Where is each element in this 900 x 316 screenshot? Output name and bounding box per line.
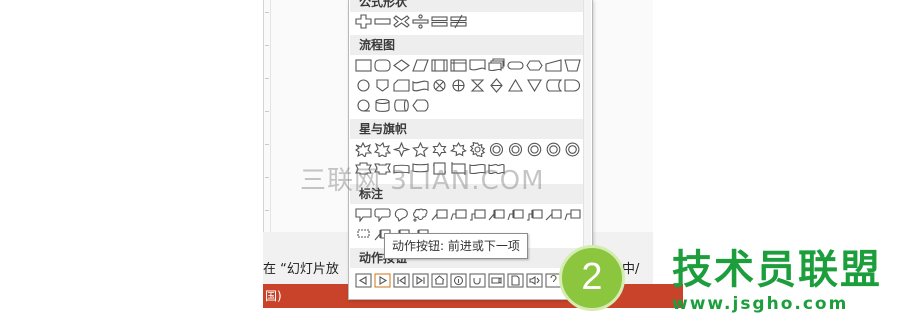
- callout-accent-3[interactable]: [525, 206, 544, 223]
- callout-rounded-rectangular[interactable]: [373, 206, 392, 223]
- callout-line-3[interactable]: [468, 206, 487, 223]
- flowchart-multidocument[interactable]: [487, 57, 506, 74]
- action-button-sound-icon[interactable]: [525, 272, 544, 289]
- flowchart-predefined-process[interactable]: [430, 57, 449, 74]
- star-12-point[interactable]: [506, 141, 525, 158]
- shape-division[interactable]: [411, 13, 430, 30]
- action-button-end-icon[interactable]: [411, 272, 430, 289]
- star-24-point[interactable]: [544, 141, 563, 158]
- flowchart-process[interactable]: [354, 57, 373, 74]
- flowchart-manual-operation[interactable]: [563, 57, 582, 74]
- section-header-stars-banners: 星与旗帜: [350, 119, 591, 139]
- flowchart-card[interactable]: [392, 77, 411, 94]
- flowchart-summing-junction[interactable]: [430, 77, 449, 94]
- action-button-beginning-icon[interactable]: [392, 272, 411, 289]
- flowchart-collate[interactable]: [468, 77, 487, 94]
- flowchart-decision[interactable]: [392, 57, 411, 74]
- callout-border-3[interactable]: [354, 226, 373, 243]
- callout-accent-1[interactable]: [487, 206, 506, 223]
- flowchart-punched-tape[interactable]: [411, 77, 430, 94]
- stars-row-1: [354, 141, 582, 158]
- star-6-point[interactable]: [430, 141, 449, 158]
- callout-accent-2[interactable]: [506, 206, 525, 223]
- flowchart-row-2: [354, 77, 582, 94]
- callout-line-2[interactable]: [449, 206, 468, 223]
- callout-line-1[interactable]: [430, 206, 449, 223]
- shape-minus[interactable]: [373, 13, 392, 30]
- flowchart-row-3: [354, 97, 430, 114]
- flowchart-sort[interactable]: [487, 77, 506, 94]
- star-4-point[interactable]: [392, 141, 411, 158]
- star-8-point[interactable]: [468, 141, 487, 158]
- star-32-point[interactable]: [563, 141, 582, 158]
- action-buttons-row: [354, 272, 582, 289]
- star-7-point[interactable]: [449, 141, 468, 158]
- section-header-equation-shapes: 公式形状: [350, 0, 591, 12]
- flowchart-terminator[interactable]: [506, 57, 525, 74]
- callout-oval[interactable]: [392, 206, 411, 223]
- flowchart-row-1: [354, 57, 582, 74]
- flowchart-stored-data[interactable]: [544, 77, 563, 94]
- flowchart-document[interactable]: [468, 57, 487, 74]
- shape-not-equal[interactable]: [449, 13, 468, 30]
- action-button-movie-icon[interactable]: [487, 272, 506, 289]
- flowchart-preparation[interactable]: [525, 57, 544, 74]
- flowchart-display[interactable]: [411, 97, 430, 114]
- action-button-back-icon[interactable]: [354, 272, 373, 289]
- flowchart-or[interactable]: [449, 77, 468, 94]
- site-logo: 技术员联盟 www.jsgho.com: [672, 248, 882, 314]
- star-16-point[interactable]: [525, 141, 544, 158]
- logo-title: 技术员联盟: [672, 247, 882, 293]
- flowchart-off-page-connector[interactable]: [373, 77, 392, 94]
- tooltip: 动作按钮: 前进或下一项: [384, 233, 528, 259]
- star-explosion-1[interactable]: [354, 141, 373, 158]
- callouts-row-1: [354, 206, 582, 223]
- star-explosion-2[interactable]: [373, 141, 392, 158]
- logo-url: www.jsgho.com: [672, 294, 849, 314]
- flowchart-delay[interactable]: [563, 77, 582, 94]
- action-button-return-icon[interactable]: [468, 272, 487, 289]
- flowchart-alternate-process[interactable]: [373, 57, 392, 74]
- action-button-document-icon[interactable]: [506, 272, 525, 289]
- instruction-text: 在 “幻灯片放: [263, 262, 339, 277]
- flowchart-sequential-access-storage[interactable]: [354, 97, 373, 114]
- callout-rectangular[interactable]: [354, 206, 373, 223]
- action-button-forward-icon[interactable]: [373, 272, 392, 289]
- watermark-3lian: 三联网 3LIAN.COM: [300, 166, 545, 196]
- section-header-flowchart: 流程图: [350, 35, 591, 55]
- shape-plus[interactable]: [354, 13, 373, 30]
- status-bar-text: 国): [265, 289, 282, 303]
- flowchart-magnetic-disk[interactable]: [373, 97, 392, 114]
- action-button-information-icon[interactable]: [449, 272, 468, 289]
- flowchart-data[interactable]: [411, 57, 430, 74]
- step-number-badge: 2: [559, 245, 625, 311]
- shape-equal[interactable]: [430, 13, 449, 30]
- flowchart-merge[interactable]: [525, 77, 544, 94]
- flowchart-extract[interactable]: [506, 77, 525, 94]
- equation-shapes-row: [354, 13, 468, 30]
- screenshot-stage: 在 “幻灯片放 中/ 国) 公式形状 流程图 星与旗帜 标注 动作按钮 动作按钮…: [0, 0, 900, 316]
- callout-border-2[interactable]: [563, 206, 582, 223]
- shape-multiply[interactable]: [392, 13, 411, 30]
- callout-border-1[interactable]: [544, 206, 563, 223]
- star-5-point[interactable]: [411, 141, 430, 158]
- flowchart-internal-storage[interactable]: [449, 57, 468, 74]
- flowchart-direct-access-storage[interactable]: [392, 97, 411, 114]
- tooltip-text: 动作按钮: 前进或下一项: [392, 239, 520, 253]
- callout-cloud[interactable]: [411, 206, 430, 223]
- star-10-point[interactable]: [487, 141, 506, 158]
- vertical-ruler: [263, 0, 271, 232]
- action-button-home-icon[interactable]: [430, 272, 449, 289]
- flowchart-manual-input[interactable]: [544, 57, 563, 74]
- flowchart-connector[interactable]: [354, 77, 373, 94]
